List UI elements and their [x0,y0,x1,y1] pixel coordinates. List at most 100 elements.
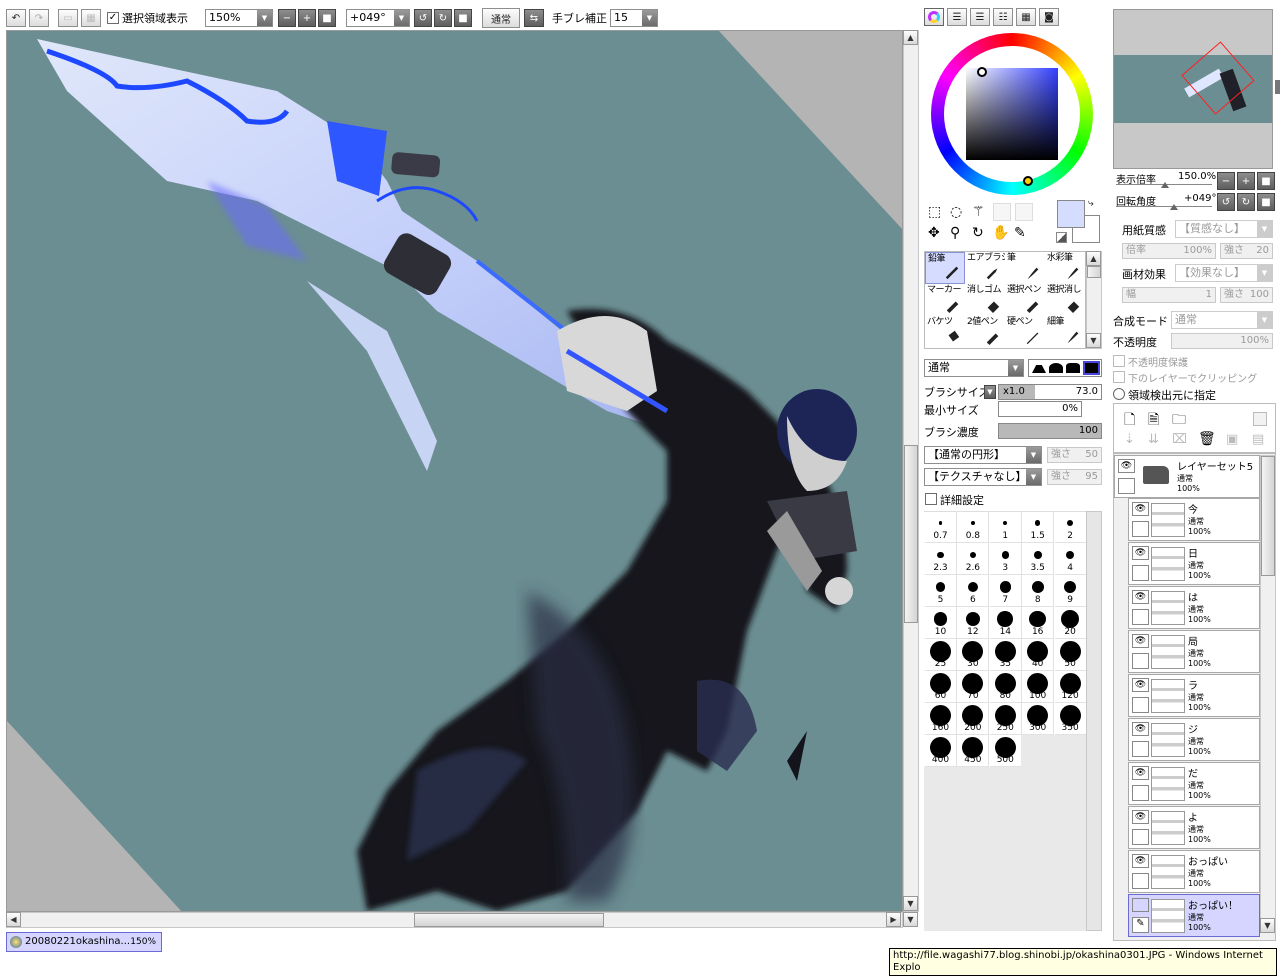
brush-size-preset[interactable]: 2 [1054,511,1087,543]
layer-lock-box[interactable] [1132,785,1149,801]
nav-rotate-thumb[interactable] [1170,204,1178,210]
brush-size-preset[interactable]: 200 [957,703,990,735]
clear-layer-icon[interactable]: ⌧ [1172,432,1187,447]
brush-size-preset[interactable]: 35 [989,639,1022,671]
rotate-right-button[interactable]: ↻ [434,9,452,27]
eye-icon[interactable]: 👁 [1118,459,1135,473]
rgb-slider-tab-icon[interactable]: ☰ [947,8,967,26]
layer-row[interactable]: 👁 よ通常 100% [1128,806,1260,849]
layer-menu-icon[interactable] [1253,412,1267,426]
layer-list-scroll-thumb[interactable] [1261,456,1275,576]
tool-pencil[interactable]: 鉛筆 [925,252,965,284]
swatches-tab-icon[interactable]: ▦ [1016,8,1036,26]
merge-down-icon[interactable]: ⇊ [1148,432,1159,447]
tool-binary-pen[interactable]: 2値ペン [965,316,1005,348]
new-layer-icon[interactable]: 🗋 [1124,409,1135,433]
layer-row[interactable]: 👁 おっぱい 通常 100% [1128,850,1260,893]
hsv-slider-tab-icon[interactable]: ☰ [970,8,990,26]
selection-source-radio[interactable] [1113,388,1125,400]
invert-selection-button[interactable]: ▦ [81,9,101,27]
flip-button[interactable]: ⇆ [524,9,544,27]
tool-eraser[interactable]: 消しゴム [965,284,1005,316]
brush-size-preset[interactable]: 8 [1022,575,1055,607]
layer-opacity-slider[interactable]: 100% [1171,333,1273,349]
document-tab[interactable]: 20080221okashina... 150% [6,932,162,952]
scroll-corner-button[interactable]: ▼ [903,912,918,927]
lasso-icon[interactable]: ◌ [950,204,962,220]
min-size-slider[interactable]: 0% [998,401,1082,417]
nav-zoom-out-button[interactable]: − [1217,172,1235,190]
brush-size-slider[interactable]: x1.0 73.0 [998,384,1102,400]
swap-colors-icon[interactable]: ⤷ [1088,198,1094,209]
brush-size-preset[interactable]: 30 [957,639,990,671]
rotate-icon[interactable]: ↻ [972,225,984,241]
layer-lock-box[interactable] [1132,697,1149,713]
tool-fine-brush[interactable]: 細筆 [1045,316,1085,348]
brush-size-preset[interactable]: 5 [925,575,957,607]
saturation-value-square[interactable] [966,68,1058,160]
brush-size-preset[interactable]: 1 [989,511,1022,543]
tool-watercolor[interactable]: 水彩筆 [1045,252,1085,284]
reset-colors-icon[interactable] [1056,232,1067,243]
layer-row[interactable]: 👁 ジ通常 100% [1128,718,1260,761]
brush-size-preset[interactable]: 20 [1054,607,1087,639]
tool-grid-scroll-thumb[interactable] [1087,266,1101,278]
brush-size-preset[interactable]: 300 [1022,703,1055,735]
transfer-down-icon[interactable]: ⇣ [1124,432,1135,447]
brush-size-preset[interactable]: 4 [1054,543,1087,575]
layer-lock-box[interactable] [1118,478,1135,494]
layer-row[interactable]: 👁 ラ通常 100% [1128,674,1260,717]
presets-scrollbar[interactable] [1086,511,1102,931]
eye-icon[interactable]: 👁 [1132,678,1149,692]
scroll-up-button[interactable]: ▲ [903,30,918,45]
canvas-viewport[interactable] [6,30,903,912]
nav-zoom-reset-button[interactable]: ■ [1257,172,1275,190]
edit-brush-icon[interactable]: ✎ [1132,917,1149,933]
eye-icon[interactable]: 👁 [1132,766,1149,780]
size-multiplier-dropdown[interactable]: ▼ [984,385,996,399]
brush-size-preset[interactable]: 6 [957,575,990,607]
brush-size-preset[interactable]: 12 [957,607,990,639]
brush-size-preset[interactable]: 9 [1054,575,1087,607]
nav-rotate-reset-button[interactable]: ■ [1257,193,1275,211]
tool-airbrush[interactable]: エアブラシ [965,252,1005,284]
eye-icon[interactable]: 👁 [1132,590,1149,604]
eye-icon[interactable]: 👁 [1132,722,1149,736]
canvas-horizontal-scroll-thumb[interactable] [414,913,604,927]
effect-select[interactable]: 【効果なし】 ▼ [1175,264,1273,282]
nav-rotate-right-button[interactable]: ↻ [1237,193,1255,211]
brush-shape-select[interactable]: 【通常の円形】 ▼ [924,446,1042,464]
scroll-down-button[interactable]: ▼ [903,896,918,911]
layer-mask-icon[interactable]: ▣ [1226,432,1238,447]
zoom-reset-button[interactable]: ■ [318,9,336,27]
blend-mode-button[interactable]: 通常 [482,8,520,28]
brush-size-preset[interactable]: 350 [1054,703,1087,735]
layer-lock-box[interactable] [1132,565,1149,581]
color-wheel[interactable] [931,33,1093,195]
zoom-in-button[interactable]: + [298,9,316,27]
brush-density-slider[interactable]: 100 [998,423,1102,439]
layer-blend-select[interactable]: 通常 ▼ [1171,311,1273,329]
rotate-left-button[interactable]: ↺ [414,9,432,27]
layer-lock-icon[interactable]: ▤ [1252,432,1264,447]
layer-row[interactable]: 👁 は通常 100% [1128,586,1260,629]
color-wheel-tab-icon[interactable] [924,8,944,26]
zoom-out-button[interactable]: − [278,9,296,27]
layer-lock-box[interactable] [1132,873,1149,889]
brush-size-preset[interactable]: 100 [1022,671,1055,703]
brush-size-preset[interactable]: 2.3 [925,543,957,575]
scratchpad-tab-icon[interactable]: ◙ [1039,8,1059,26]
deselect-button[interactable]: ▭ [58,9,78,27]
layer-lock-box[interactable] [1132,741,1149,757]
tool-bucket[interactable]: バケツ [925,316,965,348]
new-layer-set-icon[interactable]: 🗀 [1172,409,1186,433]
detail-settings-checkbox[interactable] [925,493,937,505]
scroll-down-button[interactable]: ▼ [1086,333,1101,348]
brush-size-preset[interactable]: 400 [925,735,957,767]
layer-lock-box[interactable] [1132,521,1149,537]
scroll-down-button[interactable]: ▼ [1260,918,1275,933]
eyedropper-icon[interactable]: ✎ [1014,225,1026,241]
layer-row[interactable]: 👁 今通常 100% [1128,498,1260,541]
eye-icon[interactable]: 👁 [1132,634,1149,648]
brush-size-preset[interactable]: 3 [989,543,1022,575]
